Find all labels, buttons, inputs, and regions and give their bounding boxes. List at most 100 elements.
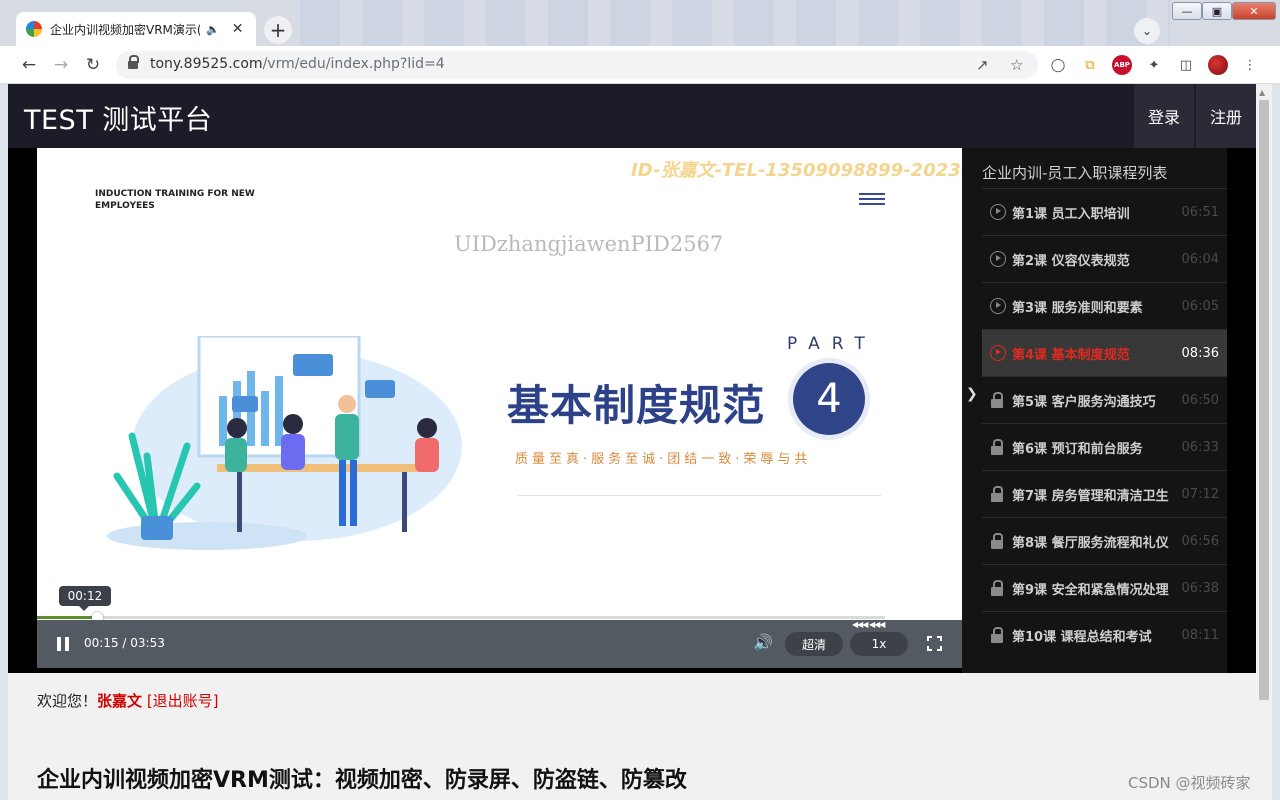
web-page: TEST 测试平台 登录 注册 INDUCTION TRAINING FOR N… — [8, 84, 1256, 800]
share-icon[interactable]: ↗ — [976, 56, 989, 74]
playlist-item-label: 第7课 房务管理和清洁卫生 — [1012, 488, 1169, 504]
fullscreen-icon[interactable] — [927, 636, 942, 651]
csdn-watermark: CSDN @视频砖家 — [1128, 774, 1251, 792]
browser-tab-active[interactable]: 企业内训视频加密VRM演示( 🔈 ✕ — [16, 12, 256, 46]
welcome-greeting: 欢迎您！ — [37, 692, 98, 710]
playlist-toggle-chevron-icon[interactable]: ❯ — [966, 386, 978, 402]
playlist-item-label: 第9课 安全和紧急情况处理 — [1012, 582, 1169, 598]
tab-close-icon[interactable]: ✕ — [232, 21, 244, 37]
slide-title: 基本制度规范 — [507, 381, 766, 430]
window-maximize-button[interactable]: ▣ — [1202, 2, 1232, 20]
playlist-item-duration: 06:56 — [1181, 533, 1219, 549]
scroll-up-icon[interactable]: ▲ — [1259, 88, 1265, 97]
lock-icon — [990, 533, 1006, 549]
new-tab-button[interactable]: + — [264, 16, 292, 44]
play-circle-icon — [990, 204, 1006, 220]
forward-arrow-icon[interactable]: → — [50, 54, 72, 76]
scrollbar-thumb[interactable] — [1259, 100, 1269, 700]
lock-icon[interactable] — [128, 55, 139, 70]
address-bar[interactable]: tony.89525.com/vrm/edu/index.php?lid=4 ↗… — [116, 51, 1038, 79]
playlist-item-duration: 06:05 — [1181, 298, 1219, 314]
playlist-item-duration: 07:12 — [1181, 486, 1219, 502]
quality-button[interactable]: 超清 — [785, 632, 843, 656]
slide-heading-en: INDUCTION TRAINING FOR NEW EMPLOYEES — [95, 189, 255, 211]
playlist-item[interactable]: 第6课 预订和前台服务 06:33 — [982, 423, 1227, 470]
playlist-item-label: 第8课 餐厅服务流程和礼仪 — [1012, 535, 1169, 551]
extension-copy-icon[interactable]: ⧉ — [1080, 55, 1100, 75]
window-minimize-button[interactable]: — — [1172, 2, 1202, 20]
extensions-puzzle-icon[interactable]: ✦ — [1144, 55, 1164, 75]
playlist-item[interactable]: 第5课 客户服务沟通技巧 06:50 — [982, 376, 1227, 423]
extension-shield-icon[interactable]: ◯ — [1048, 55, 1068, 75]
playlist-title: 企业内训-员工入职课程列表 — [982, 164, 1168, 182]
playlist-item-duration: 06:38 — [1181, 580, 1219, 596]
pause-icon[interactable] — [57, 637, 69, 651]
site-header: TEST 测试平台 登录 注册 — [8, 84, 1256, 148]
slide-part-label: PART — [787, 334, 877, 354]
lock-icon — [990, 392, 1006, 408]
playlist-item[interactable]: 第9课 安全和紧急情况处理 06:38 — [982, 564, 1227, 611]
tab-search-chevron-icon[interactable]: ⌄ — [1134, 18, 1160, 44]
playlist-item-label: 第4课 基本制度规范 — [1012, 347, 1130, 363]
course-playlist: 企业内训-员工入职课程列表 第1课 员工入职培训 06:51 第2课 仪容仪表规范 0… — [962, 148, 1227, 673]
video-player[interactable]: INDUCTION TRAINING FOR NEW EMPLOYEES ID-… — [37, 148, 962, 668]
user-watermark-center: UIDzhangjiawenPID2567 — [454, 232, 724, 256]
page-scrollbar[interactable]: ▲ — [1256, 84, 1272, 800]
register-link[interactable]: 注册 — [1196, 84, 1256, 148]
side-panel-icon[interactable]: ◫ — [1176, 55, 1196, 75]
reload-icon[interactable]: ↻ — [82, 54, 104, 76]
playlist-item-label: 第3课 服务准则和要素 — [1012, 300, 1143, 316]
progress-bar[interactable] — [37, 612, 885, 623]
logout-link[interactable]: [退出账号] — [147, 692, 219, 710]
slide-divider — [517, 495, 881, 496]
playlist-item-label: 第1课 员工入职培训 — [1012, 206, 1130, 222]
slide-menu-icon — [859, 193, 885, 207]
lock-icon — [990, 580, 1006, 596]
playlist-item[interactable]: 第2课 仪容仪表规范 06:04 — [982, 235, 1227, 282]
site-favicon-icon — [26, 21, 42, 37]
play-circle-icon — [990, 298, 1006, 314]
browser-menu-icon[interactable]: ⋮ — [1240, 55, 1260, 75]
playlist-item-label: 第2课 仪容仪表规范 — [1012, 253, 1130, 269]
bookmark-star-icon[interactable]: ☆ — [1010, 56, 1023, 74]
slide-motto: 质量至真·服务至诚·团结一致·荣辱与共 — [515, 452, 812, 467]
back-arrow-icon[interactable]: ← — [18, 54, 40, 76]
slide-number-badge: 4 — [793, 363, 865, 435]
site-brand[interactable]: TEST 测试平台 — [24, 98, 212, 137]
playlist-item[interactable]: 第3课 服务准则和要素 06:05 — [982, 282, 1227, 329]
play-circle-icon — [990, 251, 1006, 267]
playlist-item-label: 第5课 客户服务沟通技巧 — [1012, 394, 1156, 410]
playlist-item-label: 第6课 预订和前台服务 — [1012, 441, 1143, 457]
browser-toolbar: ← → ↻ tony.89525.com/vrm/edu/index.php?l… — [0, 46, 1280, 84]
window-close-button[interactable]: ✕ — [1232, 2, 1276, 20]
progress-fill — [37, 616, 98, 619]
login-link[interactable]: 登录 — [1134, 84, 1194, 148]
browser-tabbar: 企业内训视频加密VRM演示( 🔈 ✕ + ⌄ — ▣ ✕ — [0, 0, 1280, 46]
speed-button[interactable]: 1x — [850, 632, 908, 656]
speed-indicator-icon: ◀◀◀ ◀◀◀ — [852, 620, 885, 629]
playlist-item-duration: 06:33 — [1181, 439, 1219, 455]
adblock-icon[interactable]: ABP — [1112, 55, 1132, 75]
volume-icon[interactable]: 🔊 — [753, 633, 773, 652]
team-meeting-illustration — [107, 336, 462, 550]
time-display: 00:15 / 03:53 — [84, 636, 165, 650]
playlist-item[interactable]: 第4课 基本制度规范 08:36 — [982, 329, 1227, 376]
playlist-item-duration: 08:36 — [1181, 345, 1219, 361]
tab-title: 企业内训视频加密VRM演示( — [50, 22, 200, 37]
playlist-item-duration: 06:04 — [1181, 251, 1219, 267]
playlist-item[interactable]: 第1课 员工入职培训 06:51 — [982, 188, 1227, 235]
lock-icon — [990, 486, 1006, 502]
seek-hover-tooltip: 00:12 — [58, 586, 112, 611]
playlist-item-duration: 06:51 — [1181, 204, 1219, 220]
playlist-item[interactable]: 第7课 房务管理和清洁卫生 07:12 — [982, 470, 1227, 517]
playlist-item[interactable]: 第8课 餐厅服务流程和礼仪 06:56 — [982, 517, 1227, 564]
profile-avatar[interactable] — [1208, 55, 1228, 75]
user-watermark-top: ID-张嘉文-TEL-13509098899-2023-04 — [631, 160, 962, 181]
username: 张嘉文 — [97, 692, 143, 710]
page-heading: 企业内训视频加密VRM测试：视频加密、防录屏、防盗链、防篡改 — [37, 768, 687, 793]
playlist-item[interactable]: 第10课 课程总结和考试 08:11 — [982, 611, 1227, 658]
tab-audio-icon[interactable]: 🔈 — [206, 23, 220, 36]
play-circle-icon — [990, 345, 1006, 361]
background-tabs — [300, 0, 1170, 46]
lock-icon — [990, 439, 1006, 455]
